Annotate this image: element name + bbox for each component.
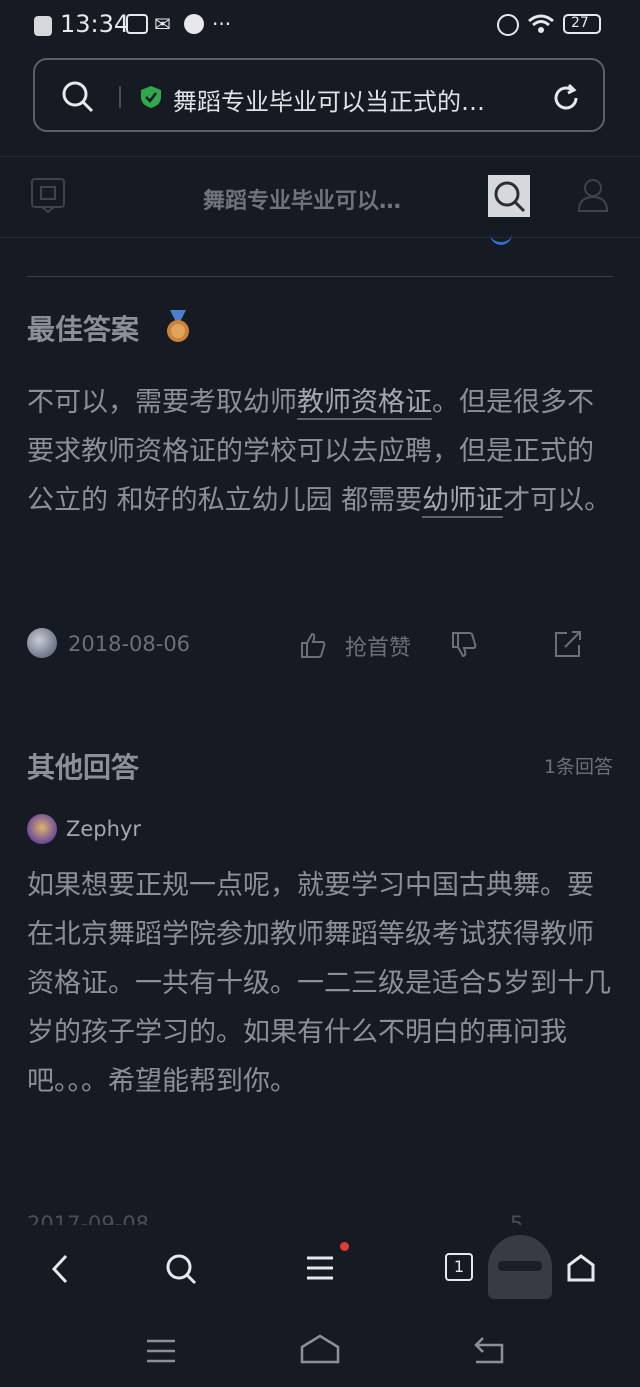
user-avatar[interactable] [27, 814, 57, 844]
browser-bottom-nav: 1 [0, 1225, 640, 1313]
first-like-label[interactable]: 抢首赞 [345, 630, 411, 662]
back-icon[interactable] [48, 1253, 72, 1285]
system-back-icon[interactable] [470, 1335, 506, 1365]
teacher-certificate-link[interactable]: 教师资格证 [297, 387, 432, 420]
tab-count: 1 [453, 1257, 465, 1276]
wechat-icon: ✉ [154, 12, 171, 36]
kindergarten-certificate-link[interactable]: 幼师证 [422, 485, 504, 518]
share-icon[interactable] [553, 629, 583, 659]
other-answers-heading: 其他回答 [27, 751, 140, 784]
incognito-ghost-icon[interactable] [488, 1235, 552, 1299]
user-icon[interactable] [577, 177, 609, 213]
best-answer-text: 不可以，需要考取幼师教师资格证。但是很多不要求教师资格证的学校可以去应聘，但是正… [27, 378, 613, 525]
answer-count: 1条回答 [543, 756, 613, 778]
search-icon[interactable] [61, 80, 95, 114]
menu-notification-dot [340, 1242, 349, 1251]
partial-meta-row: 2017-09-08 5 [0, 1212, 640, 1225]
search-icon[interactable] [164, 1252, 198, 1286]
other-answer-date: 2017-09-08 [27, 1212, 150, 1225]
speed-notification-icon [184, 14, 204, 34]
status-bar: 13:34 ✉ ··· 27 [0, 0, 640, 52]
other-answer-like-count: 5 [510, 1212, 524, 1225]
page-search-button[interactable] [488, 175, 530, 217]
battery-level: 27 [571, 15, 589, 31]
ask-logo-icon[interactable] [30, 177, 66, 213]
partial-avatar-icon [490, 234, 512, 245]
status-time: 13:34 [60, 10, 130, 38]
home-icon[interactable] [566, 1253, 596, 1283]
search-icon [494, 181, 526, 213]
system-nav-bar [0, 1313, 640, 1387]
tabs-button[interactable]: 1 [445, 1253, 473, 1281]
thumbs-down-icon[interactable] [450, 631, 478, 659]
search-divider [119, 86, 121, 108]
system-home-icon[interactable] [298, 1333, 342, 1365]
thumbs-up-icon[interactable] [299, 631, 327, 659]
url-title[interactable]: 舞蹈专业毕业可以当正式的… [173, 82, 485, 117]
answerer-avatar[interactable] [27, 628, 57, 658]
section-divider [27, 276, 613, 277]
other-answer-text: 如果想要正规一点呢，就要学习中国古典舞。要在北京舞蹈学院参加教师舞蹈等级考试获得… [27, 870, 612, 1097]
user-name[interactable]: Zephyr [66, 817, 141, 841]
secure-shield-icon [141, 86, 161, 108]
recent-apps-icon[interactable] [145, 1338, 177, 1364]
notification-x-icon [34, 16, 52, 36]
alarm-icon [497, 14, 519, 36]
wifi-icon [528, 14, 554, 33]
more-notifications-icon: ··· [212, 12, 232, 36]
medal-icon [167, 310, 189, 342]
page-header: 舞蹈专业毕业可以… [0, 156, 640, 238]
answer-date: 2018-08-06 [68, 632, 191, 656]
battery-icon: 27 [563, 14, 601, 34]
refresh-icon[interactable] [550, 82, 582, 114]
browser-search-bar[interactable]: 舞蹈专业毕业可以当正式的… [33, 58, 605, 132]
page-title: 舞蹈专业毕业可以… [203, 189, 402, 214]
best-answer-text-part3: 才可以。 [503, 485, 612, 516]
menu-icon[interactable] [305, 1255, 335, 1281]
best-answer-text-part1: 不可以，需要考取幼师 [27, 387, 297, 418]
best-answer-heading: 最佳答案 [27, 313, 140, 346]
gallery-notification-icon [126, 14, 148, 34]
